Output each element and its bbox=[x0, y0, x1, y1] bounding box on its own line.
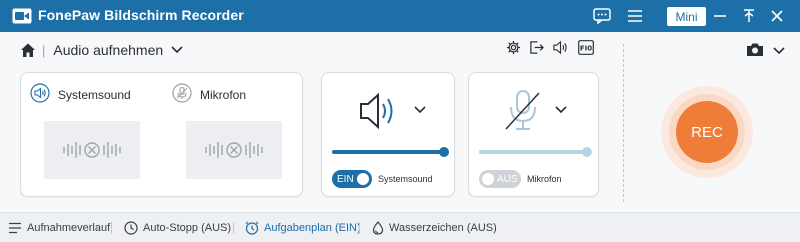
alarm-clock-icon bbox=[245, 221, 259, 235]
toggle-knob bbox=[357, 173, 369, 185]
system-sound-label: Systemsound bbox=[58, 88, 131, 102]
mic-volume-fill bbox=[479, 150, 587, 154]
system-sound-toggle[interactable]: EIN bbox=[332, 170, 372, 188]
sound-settings-icon[interactable] bbox=[552, 40, 569, 55]
chevron-down-icon[interactable] bbox=[555, 106, 567, 114]
waveform-muted-icon bbox=[205, 142, 263, 158]
auto-stop-label: Auto-Stopp (AUS) bbox=[143, 222, 232, 234]
export-icon[interactable] bbox=[529, 40, 544, 55]
waveform-muted-icon bbox=[63, 142, 121, 158]
menu-icon[interactable] bbox=[625, 6, 645, 26]
fps-icon[interactable]: FI0 bbox=[578, 40, 594, 55]
record-button[interactable]: REC bbox=[676, 101, 738, 163]
water-drop-icon bbox=[372, 221, 384, 235]
system-sound-caption: Systemsound bbox=[378, 174, 433, 184]
watermark-label: Wasserzeichen (AUS) bbox=[389, 222, 497, 234]
bottom-bar: Aufnahmeverlauf Auto-Stopp (AUS) Aufgabe… bbox=[0, 212, 800, 242]
microphone-muted-icon[interactable] bbox=[501, 87, 545, 135]
home-icon[interactable] bbox=[20, 42, 36, 58]
mode-selector[interactable]: | Audio aufnehmen bbox=[20, 40, 183, 60]
mic-toggle[interactable]: AUS bbox=[479, 170, 521, 188]
microphone-icon bbox=[172, 83, 192, 103]
mode-divider: | bbox=[42, 42, 46, 58]
record-button-ring: REC bbox=[669, 94, 745, 170]
feedback-icon[interactable] bbox=[592, 6, 612, 26]
toggle-state-label: EIN bbox=[337, 173, 354, 185]
pin-icon[interactable] bbox=[739, 6, 759, 26]
task-schedule-button[interactable]: Aufgabenplan (EIN) bbox=[245, 221, 361, 235]
system-volume-slider-handle[interactable] bbox=[439, 147, 449, 157]
system-sound-icon bbox=[30, 83, 50, 103]
system-volume-fill bbox=[332, 150, 444, 154]
speaker-volume-icon[interactable] bbox=[358, 91, 402, 131]
app-logo-icon bbox=[12, 8, 32, 24]
chevron-down-icon[interactable] bbox=[171, 46, 183, 54]
mode-label[interactable]: Audio aufnehmen bbox=[53, 42, 163, 58]
bottom-separator bbox=[233, 222, 234, 234]
main-panel: | Audio aufnehmen FI0 Systemsound Mikrof… bbox=[0, 32, 800, 212]
system-waveform-placeholder bbox=[44, 121, 140, 179]
mic-label: Mikrofon bbox=[200, 88, 247, 102]
system-sound-card: EIN Systemsound bbox=[321, 72, 455, 197]
svg-text:FI0: FI0 bbox=[580, 45, 592, 53]
bottom-separator bbox=[359, 222, 360, 234]
recording-history-button[interactable]: Aufnahmeverlauf bbox=[8, 221, 110, 235]
section-divider bbox=[623, 44, 624, 202]
app-title: FonePaw Bildschirm Recorder bbox=[38, 7, 244, 23]
chevron-down-icon[interactable] bbox=[414, 106, 426, 114]
title-bar: FonePaw Bildschirm Recorder Mini bbox=[0, 0, 800, 32]
task-schedule-label: Aufgabenplan (EIN) bbox=[264, 222, 361, 234]
toggle-state-label: AUS bbox=[497, 173, 518, 185]
minimize-icon[interactable] bbox=[710, 6, 730, 26]
settings-gear-icon[interactable] bbox=[506, 40, 521, 55]
list-icon bbox=[9, 222, 21, 234]
mic-waveform-placeholder bbox=[186, 121, 282, 179]
record-button-halo: REC bbox=[661, 86, 753, 178]
chevron-down-icon[interactable] bbox=[773, 47, 785, 55]
audio-sources-card: Systemsound Mikrofon bbox=[20, 72, 303, 197]
microphone-card: AUS Mikrofon bbox=[468, 72, 599, 197]
toggle-knob bbox=[482, 173, 494, 185]
watermark-button[interactable]: Wasserzeichen (AUS) bbox=[372, 221, 497, 235]
auto-stop-button[interactable]: Auto-Stopp (AUS) bbox=[124, 221, 231, 235]
mic-caption: Mikrofon bbox=[527, 174, 562, 184]
clock-icon bbox=[124, 221, 138, 235]
history-label: Aufnahmeverlauf bbox=[27, 222, 111, 234]
mic-volume-slider-handle[interactable] bbox=[582, 147, 592, 157]
bottom-separator bbox=[111, 222, 112, 234]
mini-button[interactable]: Mini bbox=[667, 7, 706, 26]
close-icon[interactable] bbox=[767, 6, 787, 26]
camera-icon[interactable] bbox=[746, 42, 764, 57]
